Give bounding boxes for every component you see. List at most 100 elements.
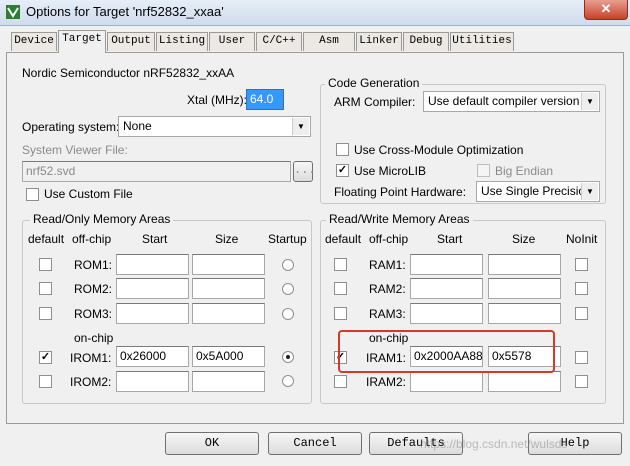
big-endian-checkbox[interactable] [477,164,490,177]
iram2-default-checkbox[interactable] [334,375,347,388]
ram2-noinit-checkbox[interactable] [575,282,588,295]
tab-device[interactable]: Device [11,32,57,51]
cancel-button[interactable]: Cancel [268,432,362,455]
chevron-down-icon[interactable]: ▼ [292,118,309,135]
irom1-size-input[interactable]: 0x5A000 [192,346,265,367]
svd-browse-button[interactable]: ... [293,161,316,182]
rom2-start-input[interactable] [116,278,189,299]
ram3-noinit-checkbox[interactable] [575,307,588,320]
rom2-startup-radio[interactable] [282,283,294,295]
xtal-label: Xtal (MHz): [187,93,247,107]
rw-header-size: Size [512,232,536,246]
irom1-label: IROM1: [70,351,112,365]
rom1-start-input[interactable] [116,254,189,275]
rom3-startup-radio[interactable] [282,308,294,320]
big-endian-label: Big Endian [495,164,554,178]
tab-listing[interactable]: Listing [156,32,208,51]
rom2-default-checkbox[interactable] [39,282,52,295]
highlight-annotation-box [338,330,555,373]
rom1-default-checkbox[interactable] [39,258,52,271]
iram2-noinit-checkbox[interactable] [575,375,588,388]
fp-hardware-value: Use Single Precision [481,184,592,198]
tab-asm[interactable]: Asm [303,32,355,51]
irom2-label: IROM2: [70,375,112,389]
ram1-label: RAM1: [369,258,406,272]
rom3-default-checkbox[interactable] [39,307,52,320]
rw-memory-title: Read/Write Memory Areas [326,212,473,226]
iram2-start-input[interactable] [410,371,483,392]
rw-header-offchip: off-chip [369,232,409,246]
tab-user[interactable]: User [209,32,255,51]
iram2-size-input[interactable] [488,371,561,392]
fp-hardware-select[interactable]: Use Single Precision ▼ [476,181,600,202]
tab-cpp[interactable]: C/C++ [256,32,302,51]
ram2-default-checkbox[interactable] [334,282,347,295]
os-label: Operating system: [22,120,120,134]
ram2-start-input[interactable] [410,278,483,299]
ro-header-default: default [28,232,65,246]
tab-target[interactable]: Target [58,30,106,53]
ro-header-startup: Startup [268,232,307,246]
compiler-select-value: Use default compiler version [428,94,580,108]
ram1-default-checkbox[interactable] [334,258,347,271]
ram2-size-input[interactable] [488,278,561,299]
window-title: Options for Target 'nrf52832_xxaa' [26,4,224,19]
ram1-noinit-checkbox[interactable] [575,258,588,271]
svd-input[interactable]: nrf52.svd [22,161,291,182]
tab-linker[interactable]: Linker [356,32,402,51]
ro-memory-title: Read/Only Memory Areas [30,212,174,226]
cross-module-label: Use Cross-Module Optimization [354,143,524,157]
use-custom-file-checkbox[interactable] [26,188,39,201]
ram3-size-input[interactable] [488,303,561,324]
rw-header-noinit: NoInit [566,232,598,246]
irom2-size-input[interactable] [192,371,265,392]
irom1-start-input[interactable]: 0x26000 [116,346,189,367]
keil-app-icon [6,5,20,19]
tab-utilities[interactable]: Utilities [450,32,514,51]
ram3-start-input[interactable] [410,303,483,324]
rom3-start-input[interactable] [116,303,189,324]
irom2-start-input[interactable] [116,371,189,392]
iram1-noinit-checkbox[interactable] [575,351,588,364]
os-select[interactable]: None ▼ [118,116,311,137]
cross-module-checkbox[interactable] [336,143,349,156]
compiler-label: ARM Compiler: [334,95,416,109]
microlib-checkbox[interactable]: ✓ [336,164,349,177]
rom1-startup-radio[interactable] [282,259,294,271]
chevron-down-icon[interactable]: ▼ [581,183,598,200]
os-select-value: None [123,119,152,133]
svd-label: System Viewer File: [22,143,128,157]
ram1-size-input[interactable] [488,254,561,275]
ram3-default-checkbox[interactable] [334,307,347,320]
ro-onchip-label: on-chip [74,331,114,345]
compiler-select[interactable]: Use default compiler version ▼ [423,91,600,112]
iram2-label: IRAM2: [366,375,407,389]
fp-hardware-label: Floating Point Hardware: [334,185,467,199]
irom1-startup-radio[interactable] [282,351,294,363]
rom3-size-input[interactable] [192,303,265,324]
device-name: Nordic Semiconductor nRF52832_xxAA [22,66,235,80]
ram2-label: RAM2: [369,282,406,296]
ro-header-start: Start [142,232,168,246]
chevron-down-icon[interactable]: ▼ [581,93,598,110]
xtal-input[interactable]: 64.0 [246,89,284,110]
irom2-startup-radio[interactable] [282,375,294,387]
ram1-start-input[interactable] [410,254,483,275]
ok-button[interactable]: OK [165,432,259,455]
tab-output[interactable]: Output [107,32,155,51]
close-button[interactable]: ✕ [584,0,628,20]
rom2-size-input[interactable] [192,278,265,299]
rom3-label: ROM3: [74,307,113,321]
microlib-label: Use MicroLIB [354,164,427,178]
irom1-default-checkbox[interactable]: ✓ [39,351,52,364]
tab-debug[interactable]: Debug [403,32,449,51]
rom1-size-input[interactable] [192,254,265,275]
rom1-label: ROM1: [74,258,113,272]
ro-header-size: Size [215,232,239,246]
rw-header-default: default [325,232,362,246]
rom2-label: ROM2: [74,282,113,296]
code-generation-title: Code Generation [325,76,423,90]
ram3-label: RAM3: [369,307,406,321]
use-custom-file-label: Use Custom File [44,187,133,201]
irom2-default-checkbox[interactable] [39,375,52,388]
